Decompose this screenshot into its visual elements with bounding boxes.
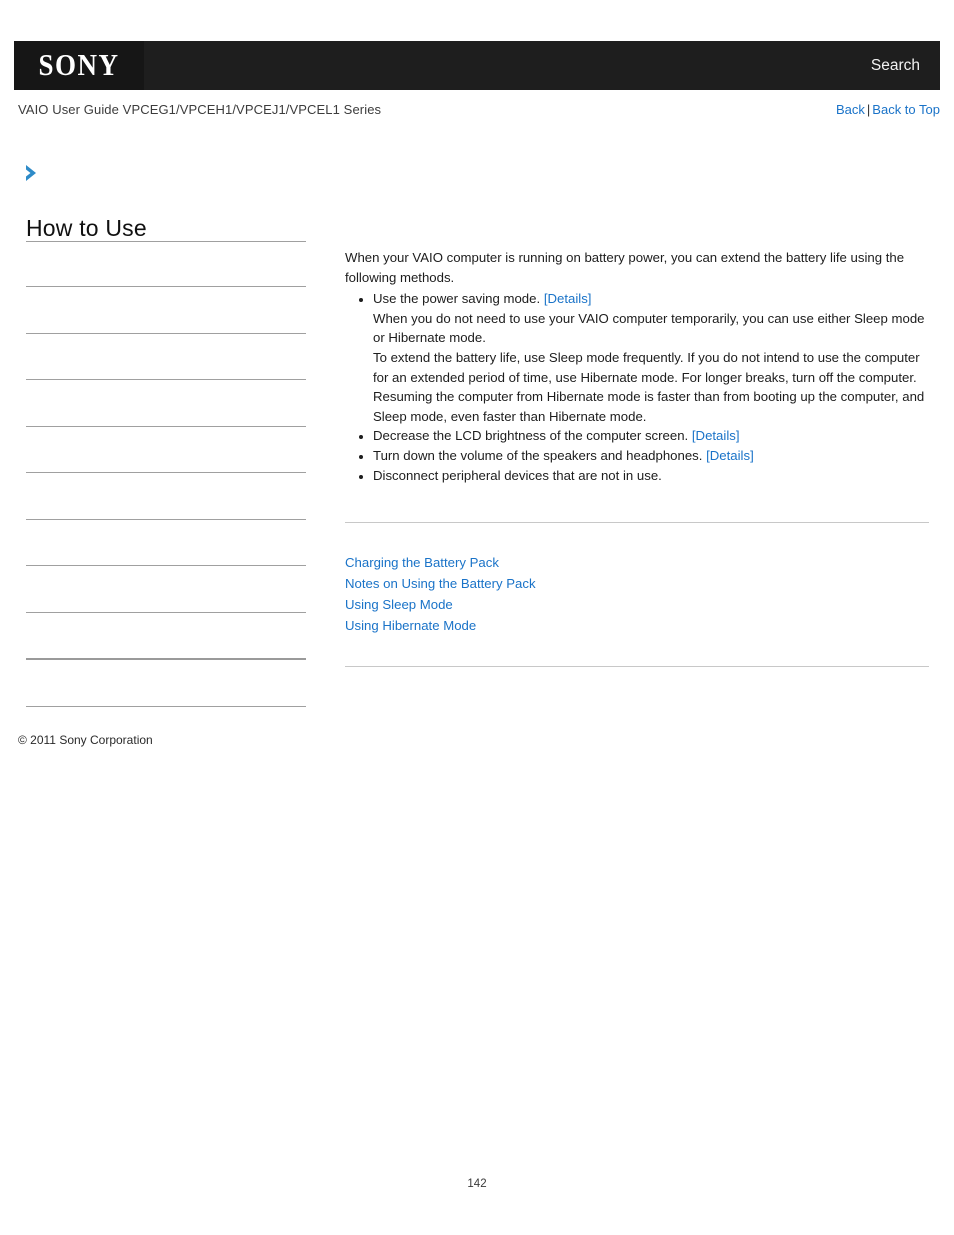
sony-logo-cell[interactable]: SONY: [14, 41, 144, 90]
header-nav-links: Back | Back to Top: [836, 102, 940, 117]
expand-toggle[interactable]: [24, 160, 330, 186]
bottom-spacer: [345, 636, 929, 666]
top-header-bar: SONY Search: [14, 41, 940, 90]
copyright-notice: © 2011 Sony Corporation: [18, 732, 153, 747]
methods-list: Use the power saving mode. [Details] Whe…: [345, 289, 929, 485]
guide-title: VAIO User Guide VPCEG1/VPCEH1/VPCEJ1/VPC…: [18, 102, 382, 117]
bullet-text: Disconnect peripheral devices that are n…: [373, 467, 662, 483]
related-link-notes-on-using-the-battery-pack[interactable]: Notes on Using the Battery Pack: [345, 576, 536, 591]
sidebar-item-8[interactable]: [26, 566, 306, 613]
bullet-text: Use the power saving mode.: [373, 291, 541, 307]
back-link[interactable]: Back: [836, 102, 865, 117]
sidebar-item-9[interactable]: [26, 613, 306, 661]
related-link-charging-the-battery-pack[interactable]: Charging the Battery Pack: [345, 555, 499, 570]
bullet-subline: To extend the battery life, use Sleep mo…: [373, 349, 920, 385]
related-links-list: Charging the Battery Pack Notes on Using…: [345, 553, 929, 636]
chevron-right-icon: [26, 165, 36, 181]
page-title: How to Use: [26, 215, 147, 241]
sidebar: How to Use © 2011 Sony Corporation: [0, 160, 330, 747]
bullet-subline: Resuming the computer from Hibernate mod…: [373, 389, 925, 424]
list-item: Turn down the volume of the speakers and…: [373, 446, 929, 466]
sub-header: VAIO User Guide VPCEG1/VPCEH1/VPCEJ1/VPC…: [18, 102, 940, 117]
sidebar-item-2[interactable]: [26, 287, 306, 334]
page-number: 142: [467, 1178, 487, 1190]
related-link-using-hibernate-mode[interactable]: Using Hibernate Mode: [345, 618, 476, 633]
list-item: Disconnect peripheral devices that are n…: [373, 466, 929, 486]
sidebar-item-7[interactable]: [26, 520, 306, 567]
list-item: Charging the Battery Pack: [345, 553, 929, 574]
list-item: Notes on Using the Battery Pack: [345, 574, 929, 595]
sidebar-item-3[interactable]: [26, 334, 306, 381]
search-link[interactable]: Search: [871, 57, 940, 75]
main-content: When your VAIO computer is running on ba…: [345, 248, 929, 668]
back-to-top-link[interactable]: Back to Top: [872, 102, 940, 117]
bullet-subline: When you do not need to use your VAIO co…: [373, 310, 925, 346]
list-item: Using Hibernate Mode: [345, 616, 929, 637]
sidebar-item-5[interactable]: [26, 427, 306, 474]
related-link-using-sleep-mode[interactable]: Using Sleep Mode: [345, 597, 453, 612]
intro-paragraph: When your VAIO computer is running on ba…: [345, 250, 905, 285]
sidebar-item-10[interactable]: [26, 660, 306, 707]
sidebar-item-6[interactable]: [26, 473, 306, 520]
related-spacer: [345, 523, 929, 553]
sony-logo: SONY: [38, 48, 120, 82]
list-item: Using Sleep Mode: [345, 595, 929, 616]
list-item: Use the power saving mode. [Details] Whe…: [373, 289, 929, 426]
sidebar-item-1[interactable]: [26, 241, 306, 288]
sidebar-item-4[interactable]: [26, 380, 306, 427]
bullet-text: Decrease the LCD brightness of the compu…: [373, 428, 689, 444]
bullet-text: Turn down the volume of the speakers and…: [373, 447, 703, 463]
content-divider-bottom: [345, 666, 929, 668]
sidebar-nav-list: [0, 241, 330, 707]
details-link[interactable]: [Details]: [692, 428, 740, 443]
list-item: Decrease the LCD brightness of the compu…: [373, 426, 929, 446]
details-link[interactable]: [Details]: [544, 291, 592, 306]
details-link[interactable]: [Details]: [706, 448, 754, 463]
